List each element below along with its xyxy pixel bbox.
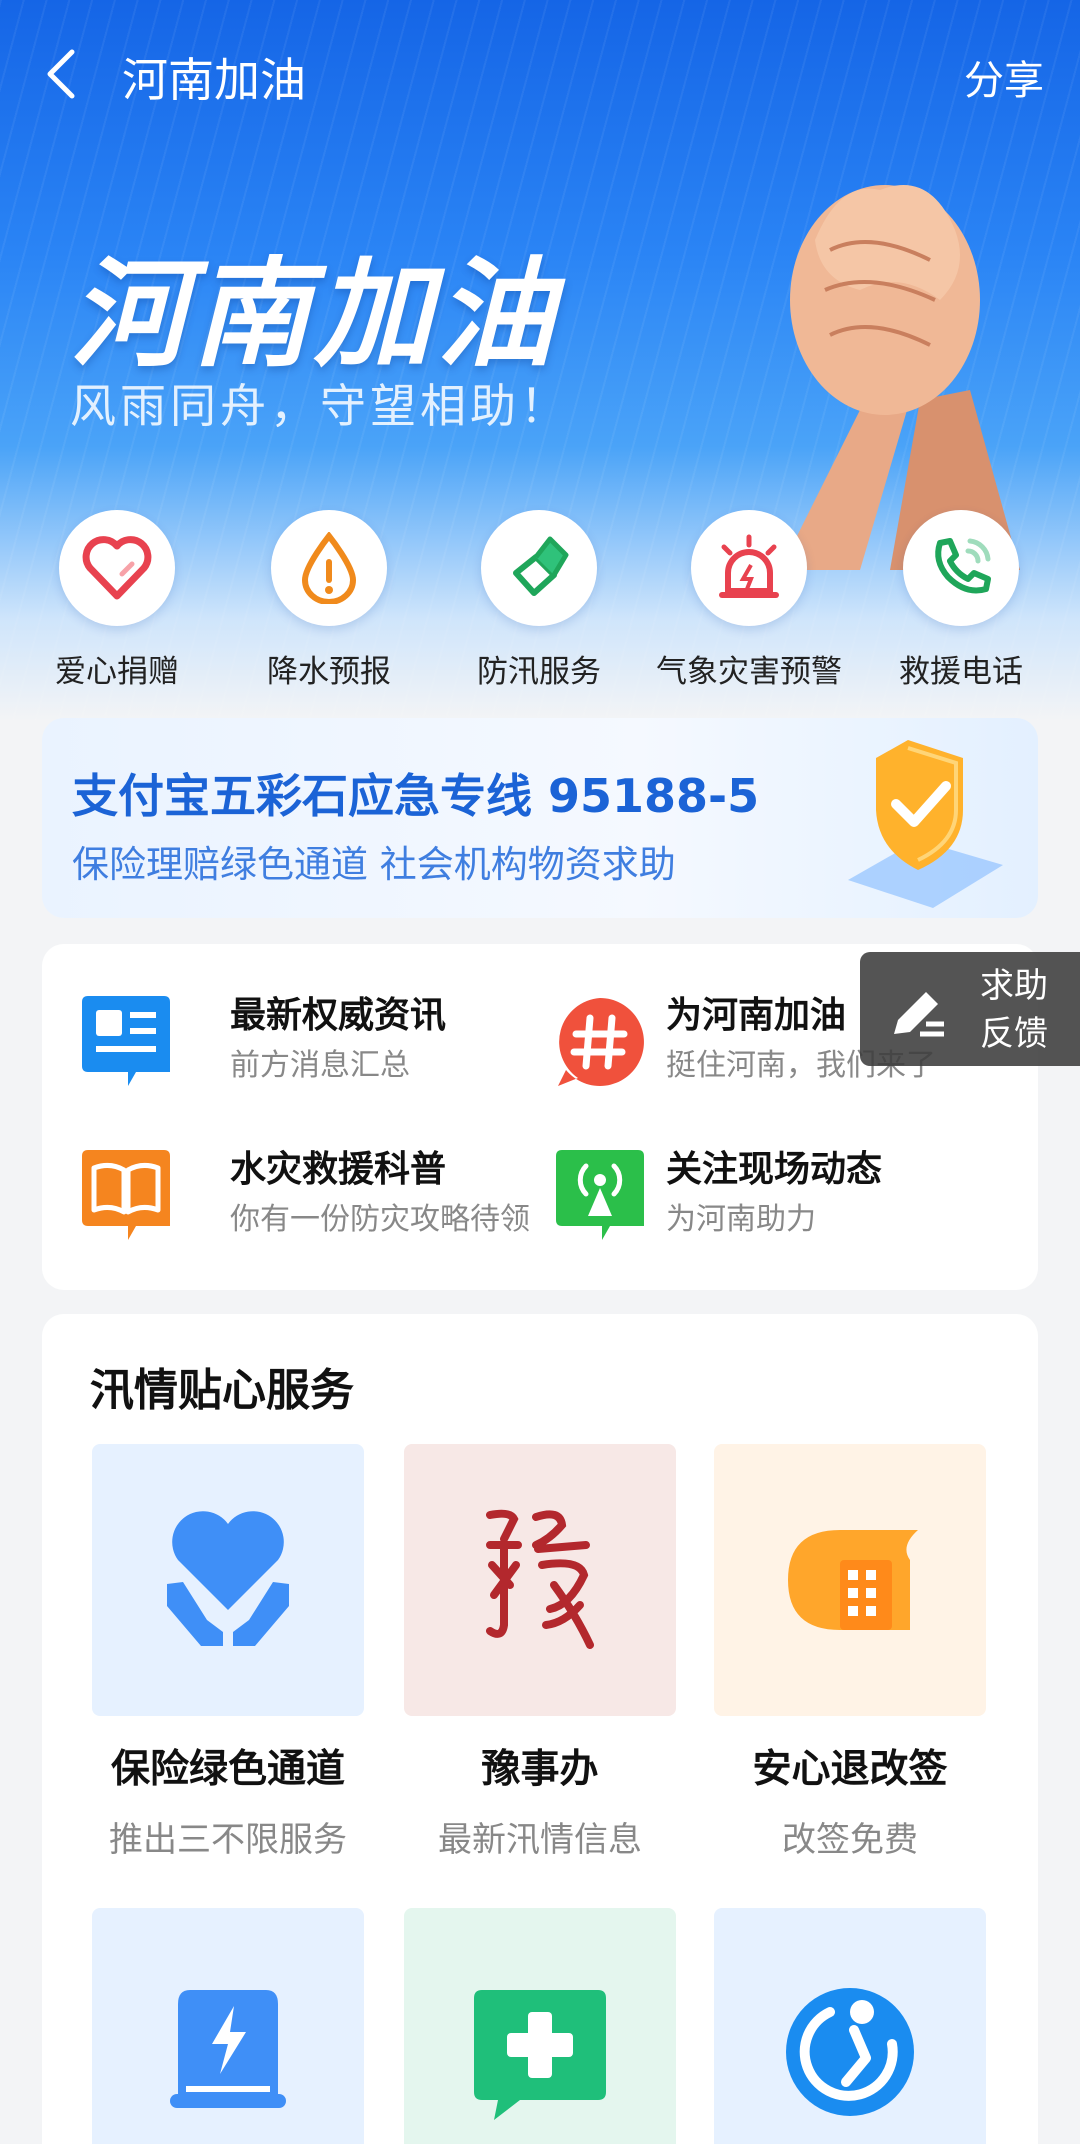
info-title: 水灾救援科普 (230, 1149, 447, 1190)
building-icon (788, 1530, 918, 1630)
service-subtitle: 推出三不限服务 (109, 1820, 347, 1860)
news-icon (82, 996, 170, 1086)
info-subtitle: 为河南助力 (666, 1202, 816, 1237)
book-icon (82, 1150, 170, 1240)
service-refund-change[interactable]: 安心退改签 改签免费 (714, 1444, 986, 1861)
quick-action-donate[interactable]: 爱心捐赠 (12, 510, 222, 691)
clasped-hands-illustration (780, 185, 1020, 570)
emergency-hotline-banner[interactable]: 支付宝五彩石应急专线 95188-5 保险理赔绿色通道 社会机构物资求助 (42, 718, 1038, 918)
service-icon-box (404, 1908, 676, 2144)
info-subtitle: 你有一份防灾攻略待领 (230, 1202, 530, 1237)
pen-icon (894, 992, 944, 1037)
quick-icon-circle (691, 510, 807, 626)
info-item-latest-news[interactable]: 最新权威资讯 前方消息汇总 (78, 986, 548, 1106)
feedback-label: 求助 反馈 (980, 962, 1048, 1058)
service-icon-box (714, 1908, 986, 2144)
heart-icon (82, 536, 152, 600)
heart-hands-icon (167, 1511, 289, 1646)
quick-action-rain-forecast[interactable]: 降水预报 (224, 510, 434, 691)
service-insurance-green-channel[interactable]: 保险绿色通道 推出三不限服务 (92, 1444, 364, 1861)
service-icon-box (92, 1444, 364, 1716)
service-icon-box (714, 1444, 986, 1716)
service-icon-box (404, 1444, 676, 1716)
info-title: 关注现场动态 (666, 1149, 883, 1190)
service-yushiban[interactable]: 豫事办 最新汛情信息 (404, 1444, 676, 1861)
quick-action-label: 防汛服务 (477, 654, 601, 690)
quick-action-flood-service[interactable]: 防汛服务 (434, 510, 644, 691)
broadcast-icon (556, 1150, 644, 1240)
service-item-5[interactable] (404, 1908, 676, 2144)
info-item-live-updates[interactable]: 关注现场动态 为河南助力 (552, 1140, 1022, 1260)
service-item-4[interactable] (92, 1908, 364, 2144)
share-button[interactable]: 分享 (964, 48, 1044, 106)
quick-action-label: 气象灾害预警 (656, 654, 842, 690)
hero-title: 河南加油 (70, 245, 559, 383)
service-item-6[interactable] (714, 1908, 986, 2144)
quick-action-label: 降水预报 (267, 654, 391, 690)
service-icon-box (92, 1908, 364, 2144)
flood-services-card: 汛情贴心服务 保险绿色通道 推出三不限服务 豫事办 最新汛情信息 安心退改签 改… (42, 1314, 1038, 2144)
hashtag-icon (558, 998, 644, 1086)
flag-icon (513, 536, 569, 596)
service-subtitle: 最新汛情信息 (438, 1820, 642, 1860)
yu-seal-icon (486, 1509, 594, 1649)
info-title: 最新权威资讯 (230, 995, 447, 1036)
phone-icon (935, 538, 991, 594)
hero-banner: 河南加油 分享 河南加油 风雨同舟，守望相助！ 爱心捐赠 降水预报 防汛服务 气… (0, 0, 1080, 720)
quick-action-weather-warning[interactable]: 气象灾害预警 (644, 510, 854, 691)
quick-icon-circle (59, 510, 175, 626)
quick-action-label: 救援电话 (899, 654, 1023, 690)
quick-action-label: 爱心捐赠 (55, 654, 179, 690)
raindrop-icon (301, 532, 357, 604)
medical-chat-icon (474, 1990, 606, 2120)
alarm-icon (719, 534, 779, 598)
service-title: 安心退改签 (752, 1747, 948, 1792)
hero-subtitle: 风雨同舟，守望相助！ (70, 379, 570, 433)
page-title: 河南加油 (122, 53, 306, 107)
runner-icon (786, 1988, 914, 2116)
feedback-line-2: 反馈 (980, 1014, 1048, 1054)
banner-subtitle: 保险理赔绿色通道 社会机构物资求助 (72, 843, 676, 886)
service-title: 保险绿色通道 (110, 1747, 345, 1792)
shield-check-icon (848, 740, 1003, 908)
top-bar: 河南加油 分享 (0, 0, 1080, 146)
quick-action-rescue-phone[interactable]: 救援电话 (856, 510, 1066, 691)
quick-icon-circle (903, 510, 1019, 626)
section-title: 汛情贴心服务 (90, 1365, 354, 1416)
quick-icon-circle (481, 510, 597, 626)
info-item-flood-rescue-tips[interactable]: 水灾救援科普 你有一份防灾攻略待领 (78, 1140, 548, 1260)
back-arrow-icon[interactable] (40, 46, 84, 102)
feedback-line-1: 求助 (980, 966, 1048, 1006)
help-feedback-button[interactable]: 求助 反馈 (860, 952, 1080, 1066)
quick-actions-row: 爱心捐赠 降水预报 防汛服务 气象灾害预警 救援电话 (0, 510, 1080, 700)
banner-title: 支付宝五彩石应急专线 95188-5 (72, 769, 760, 823)
info-subtitle: 前方消息汇总 (230, 1048, 410, 1083)
service-subtitle: 改签免费 (782, 1820, 918, 1860)
quick-icon-circle (271, 510, 387, 626)
service-title: 豫事办 (481, 1747, 599, 1792)
info-title: 为河南加油 (666, 995, 847, 1036)
power-bank-icon (170, 1990, 286, 2108)
